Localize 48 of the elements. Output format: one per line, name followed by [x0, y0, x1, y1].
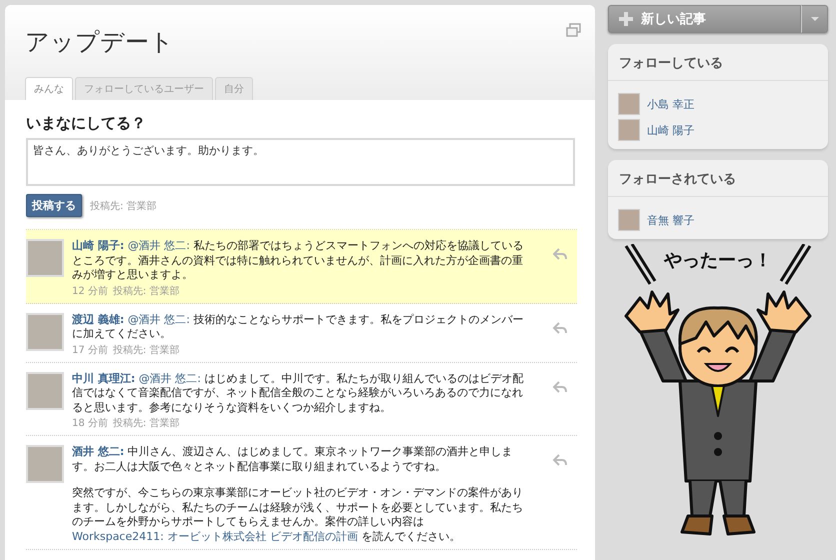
post-text: 山崎 陽子: @酒井 悠二: 私たちの部署ではちょうどスマートフォンへの対応を協議しているところです。酒井さんの資料では特に触れられていませんが、計画に入れた方が企画書の重みが増すと思いますよ。 [72, 239, 524, 282]
reply-icon[interactable] [553, 247, 567, 261]
plus-icon [619, 12, 633, 26]
post-target-label: 投稿先: 営業部 [112, 416, 180, 430]
avatar-placeholder [618, 119, 640, 141]
shout-caption: やったーっ！ [664, 249, 772, 272]
caret-icon [810, 17, 818, 21]
mention-link[interactable]: @酒井 悠二: [128, 312, 190, 326]
avatar-placeholder [26, 312, 64, 350]
post-time: 18 分前 [72, 417, 108, 430]
avatar-placeholder [26, 445, 64, 483]
reply-icon[interactable] [553, 453, 567, 467]
post-target-label: 投稿先: 営業部 [90, 200, 157, 212]
mention-link[interactable]: @酒井 悠二: [128, 239, 190, 252]
windows-icon[interactable] [566, 23, 581, 37]
panel-title: フォローされている [608, 160, 828, 197]
post-target-label: 投稿先: 営業部 [112, 344, 180, 356]
composer-heading: いまなにしてる？ [26, 114, 147, 133]
motion-lines-icon [778, 244, 812, 286]
user-link[interactable]: 小島 幸正 [647, 96, 694, 112]
post-text: 突然ですが、今こちらの東京事業部にオービット社のビデオ・オン・デマンドの案件があります。しかしながら、私たちのチームは経験が浅く、サポートを必要としています。私たちのチームを外野からサポートしてもらえませんか。案件の詳しい内容は Workspace2411: オービット株式会社 ビデオ配信の計画 を読んでください。 [72, 486, 524, 544]
tab[interactable]: みんな [25, 77, 73, 100]
page-title: アップデート [25, 27, 174, 57]
mention-link[interactable]: @酒井 悠二: [138, 372, 201, 384]
post-time: 17 分前 [72, 344, 108, 356]
post-text: 酒井 悠二: 中川さん、渡辺さん、はじめまして。東京ネットワーク事業部の酒井と申します。お二人は大阪で色々とネット配信事業に取り組まれているようですね。 [72, 445, 514, 474]
user-link[interactable]: 山崎 陽子 [647, 122, 694, 138]
reply-icon[interactable] [553, 320, 567, 334]
motion-lines-icon [624, 244, 658, 286]
author-link[interactable]: 中川 真理江: [72, 372, 136, 384]
post-button[interactable]: 投稿する [26, 194, 82, 217]
author-link[interactable]: 山崎 陽子: [72, 239, 124, 252]
workspace-link[interactable]: Workspace2411: オービット株式会社 ビデオ配信の計画 [72, 530, 358, 542]
panel-title: フォローしている [608, 44, 828, 81]
post-target-label: 投稿先: 営業部 [112, 284, 180, 298]
post-text: 渡辺 義雄: @酒井 悠二: 技術的なことならサポートできます。私をプロジェクトのメンバーに加えてください。 [72, 312, 524, 342]
dropdown-button[interactable] [801, 5, 828, 33]
author-link[interactable]: 渡辺 義雄: [72, 312, 124, 326]
author-link[interactable]: 酒井 悠二: [72, 445, 124, 458]
avatar-placeholder [26, 239, 64, 277]
avatar-placeholder [26, 372, 64, 410]
post-text: 中川 真理江: @酒井 悠二: はじめまして。中川です。私たちが取り組んでいるのはビデオ配信ではなくて音楽配信ですが、ネット配信全般のことなら経験がいろいろあるので力になれると思います。参考になりそうな資料をいくつか紹介しますね。 [72, 372, 524, 415]
avatar-placeholder [618, 93, 640, 115]
status-input-field[interactable]: 皆さん、ありがとうございます。助かります。 [26, 138, 575, 186]
avatar-placeholder [618, 209, 640, 231]
post-time: 12 分前 [72, 284, 108, 298]
user-link[interactable]: 音無 響子 [647, 212, 694, 228]
reply-icon[interactable] [553, 380, 567, 394]
